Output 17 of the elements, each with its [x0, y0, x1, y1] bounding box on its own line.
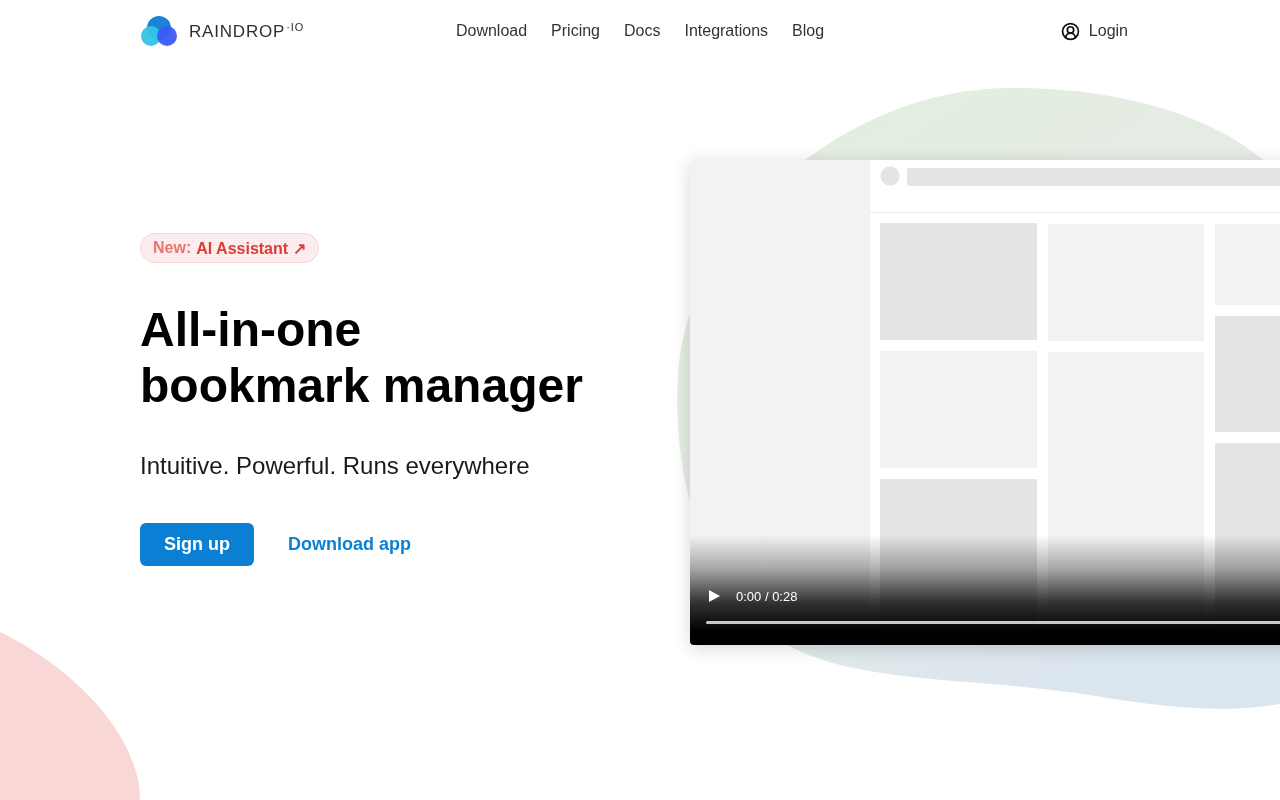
hero-subtitle: Intuitive. Powerful. Runs everywhere: [140, 452, 530, 480]
download-app-link[interactable]: Download app: [288, 534, 411, 555]
announcement-badge[interactable]: New: AI Assistant ↗: [140, 233, 319, 263]
cloud-logo-icon[interactable]: [140, 15, 178, 47]
user-circle-icon: [1060, 21, 1080, 41]
nav-link[interactable]: Pricing: [551, 22, 600, 40]
login-link[interactable]: Login: [1048, 21, 1140, 41]
play-button[interactable]: [709, 590, 720, 602]
sign-up-button[interactable]: Sign up: [140, 523, 254, 566]
hero-title: All-in-one bookmark manager: [140, 302, 584, 414]
nav-link[interactable]: Blog: [792, 22, 825, 40]
video-time: 0:00 / 0:28: [736, 588, 798, 604]
logo-wordmark[interactable]: RAINDROP$^{·IO}$: [189, 20, 305, 42]
play-icon: [709, 590, 720, 602]
nav-link[interactable]: Integrations: [684, 22, 769, 40]
nav-link[interactable]: Download: [455, 22, 528, 40]
nav-link[interactable]: Docs: [624, 22, 661, 40]
